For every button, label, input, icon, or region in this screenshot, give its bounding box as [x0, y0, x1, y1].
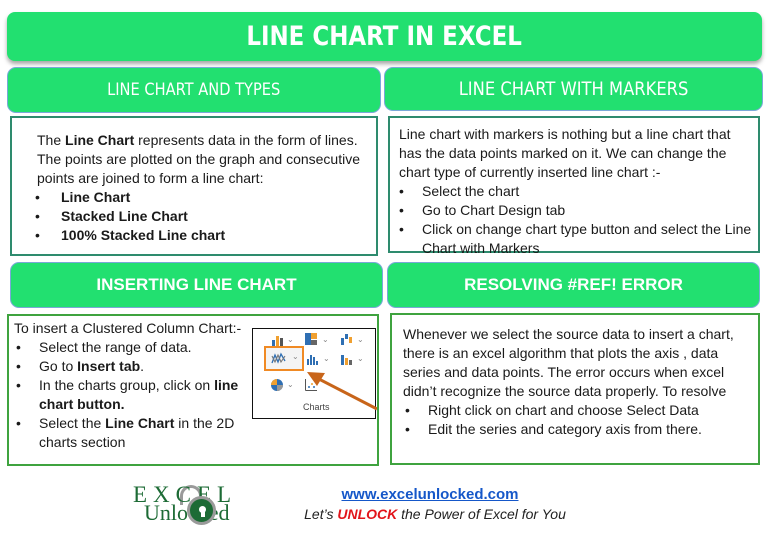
- section-header-markers-label: LINE CHART WITH MARKERS: [458, 78, 689, 100]
- types-intro: The Line Chart represents data in the fo…: [37, 132, 360, 186]
- list-item: Select the range of data.: [14, 338, 259, 357]
- list-item: Right click on chart and choose Select D…: [403, 401, 752, 420]
- chevron-down-icon: ⌄: [287, 335, 294, 344]
- chevron-down-icon: ⌄: [322, 335, 329, 344]
- waterfall-chart-icon: [341, 334, 352, 345]
- section-header-types: LINE CHART AND TYPES: [7, 67, 381, 113]
- combo-chart-icon: [341, 355, 352, 365]
- page-title: LINE CHART IN EXCEL: [246, 21, 523, 52]
- list-item: Line Chart: [35, 188, 366, 207]
- page-title-banner: LINE CHART IN EXCEL: [7, 12, 762, 61]
- markers-list: Select the chart Go to Chart Design tab …: [399, 182, 752, 258]
- section-header-inserting-label: INSERTING LINE CHART: [96, 275, 297, 294]
- padlock-icon: [187, 496, 216, 525]
- list-item: Go to Chart Design tab: [399, 201, 752, 220]
- section-header-ref-error: RESOLVING #REF! ERROR: [387, 262, 760, 308]
- ref-error-intro: Whenever we select the source data to in…: [403, 326, 734, 399]
- chevron-down-icon: ⌄: [357, 335, 364, 344]
- inserting-list: Select the range of data. Go to Insert t…: [14, 338, 259, 452]
- chevron-down-icon: ⌄: [287, 380, 294, 389]
- list-item: Stacked Line Chart: [35, 207, 366, 226]
- chevron-down-icon: ⌄: [292, 352, 299, 361]
- list-item: Go to Insert tab.: [14, 357, 259, 376]
- list-item: Click on change chart type button and se…: [399, 220, 752, 258]
- column-chart-icon: [272, 336, 283, 346]
- section-header-ref-error-label: RESOLVING #REF! ERROR: [464, 275, 683, 294]
- line-chart-button[interactable]: ⌄: [264, 346, 304, 371]
- statistic-chart-icon: [307, 355, 318, 365]
- section-header-types-label: LINE CHART AND TYPES: [107, 80, 281, 100]
- website-link[interactable]: www.excelunlocked.com: [300, 486, 560, 503]
- list-item: Select the Line Chart in the 2D charts s…: [14, 414, 259, 452]
- section-body-ref-error: Whenever we select the source data to in…: [390, 313, 760, 465]
- list-item: Select the chart: [399, 182, 752, 201]
- list-item: In the charts group, click on line chart…: [14, 376, 259, 414]
- chevron-down-icon: ⌄: [323, 354, 330, 363]
- section-body-types: The Line Chart represents data in the fo…: [10, 116, 378, 256]
- markers-intro: Line chart with markers is nothing but a…: [399, 126, 731, 180]
- ref-error-list: Right click on chart and choose Select D…: [403, 401, 752, 439]
- chevron-down-icon: ⌄: [357, 354, 364, 363]
- pie-chart-icon: [271, 379, 283, 391]
- hierarchy-chart-icon: [305, 333, 317, 345]
- line-chart-icon: [271, 352, 286, 364]
- list-item: 100% Stacked Line chart: [35, 226, 366, 245]
- callout-arrow-icon: [307, 372, 377, 411]
- types-list: Line Chart Stacked Line Chart 100% Stack…: [35, 188, 366, 245]
- charts-ribbon-image: ⌄ ⌄ ⌄ ⌄ ⌄ ⌄ ⌄ Charts: [252, 328, 377, 419]
- section-header-inserting: INSERTING LINE CHART: [10, 262, 383, 308]
- tagline: Let’s UNLOCK the Power of Excel for You: [304, 506, 566, 522]
- section-header-markers: LINE CHART WITH MARKERS: [384, 67, 763, 111]
- list-item: Edit the series and category axis from t…: [403, 420, 752, 439]
- section-body-markers: Line chart with markers is nothing but a…: [388, 116, 760, 256]
- excel-unlocked-logo: EXCEL Unlocked: [130, 482, 270, 527]
